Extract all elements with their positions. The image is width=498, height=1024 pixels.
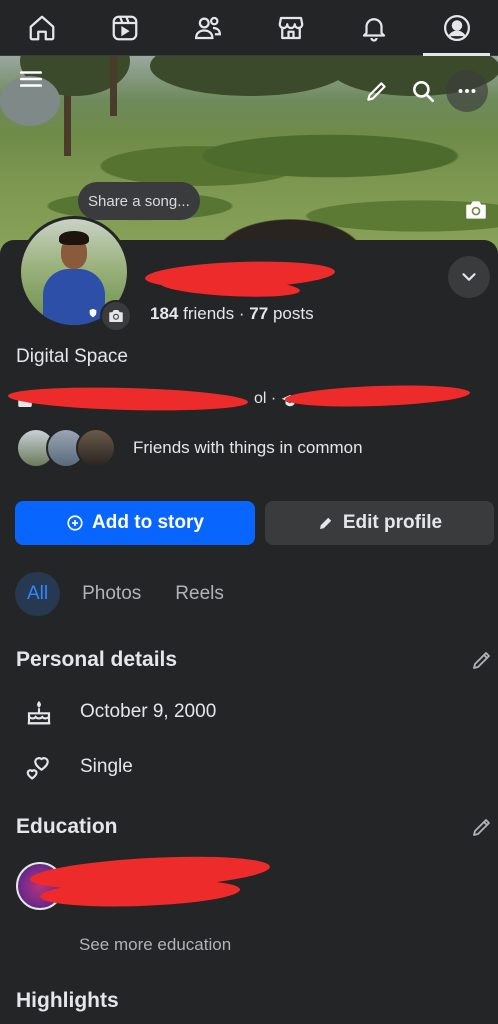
tab-photos[interactable]: Photos (70, 572, 153, 616)
shield-icon (85, 305, 101, 321)
nav-home[interactable] (0, 0, 83, 55)
collapse-button[interactable] (448, 256, 490, 298)
camera-icon (466, 201, 486, 219)
posts-label: posts (272, 304, 314, 323)
marketplace-icon (278, 16, 303, 39)
chevron-down-icon (462, 273, 476, 281)
more-options-button[interactable] (446, 70, 488, 112)
friends-label[interactable]: friends (183, 304, 234, 323)
cover-camera-button[interactable] (460, 194, 492, 226)
edit-profile-label: Edit profile (342, 512, 443, 533)
profile-bio: Digital Space (16, 346, 128, 367)
nav-marketplace[interactable] (249, 0, 332, 55)
mutual-friends-text[interactable]: Friends with things in common (133, 438, 363, 458)
relationship-row (24, 751, 54, 781)
pencil-icon (367, 82, 386, 101)
pencil-icon[interactable] (470, 815, 494, 839)
tab-all[interactable]: All (15, 572, 61, 616)
avatar-hair (59, 231, 89, 245)
plus-circle-icon (67, 515, 83, 531)
add-to-story-label: Add to story (92, 512, 204, 533)
cake-icon (27, 701, 51, 725)
profile-icon (443, 14, 470, 41)
menu-icon (19, 71, 43, 87)
search-icon (413, 81, 435, 103)
profile-tabs: All Photos Reels (15, 572, 236, 616)
edit-profile-button[interactable]: Edit profile (265, 501, 494, 545)
profile-stats: 184 friends · 77 posts (150, 304, 314, 324)
birthday-row (24, 697, 54, 727)
share-song-bubble[interactable]: Share a song... (78, 182, 200, 220)
nav-profile[interactable] (415, 0, 498, 56)
bell-icon (362, 17, 385, 42)
pencil-icon[interactable] (470, 648, 494, 672)
see-more-education-link[interactable]: See more education (79, 935, 231, 955)
stats-separator: · (238, 304, 245, 323)
nav-friends[interactable] (166, 0, 249, 55)
personal-details-title: Personal details (16, 648, 178, 671)
video-icon (112, 15, 137, 40)
mutual-friends-avatars[interactable] (16, 428, 116, 468)
add-to-story-button[interactable]: Add to story (15, 501, 255, 545)
home-icon (29, 15, 54, 40)
edit-cover-button[interactable] (362, 76, 392, 106)
cover-tree (150, 56, 350, 96)
pencil-icon (319, 517, 332, 529)
relationship-text: Single (80, 756, 133, 777)
birthday-text: October 9, 2000 (80, 701, 217, 722)
highlights-title: Highlights (16, 989, 119, 1012)
work-text-fragment: ol · (254, 390, 277, 407)
education-title: Education (16, 815, 118, 838)
friends-count[interactable]: 184 (150, 304, 178, 323)
top-navigation (0, 0, 498, 56)
avatar (76, 428, 116, 468)
nav-notifications[interactable] (332, 0, 415, 55)
camera-icon (109, 310, 123, 322)
avatar-camera-button[interactable] (100, 300, 132, 332)
cover-tree-trunk (110, 56, 117, 116)
nav-video[interactable] (83, 0, 166, 55)
tab-reels[interactable]: Reels (163, 572, 236, 616)
search-button[interactable] (408, 76, 438, 106)
hearts-icon (26, 757, 49, 780)
friends-icon (194, 16, 221, 39)
menu-button[interactable] (16, 64, 46, 94)
posts-count: 77 (249, 304, 269, 323)
more-icon (458, 89, 476, 93)
